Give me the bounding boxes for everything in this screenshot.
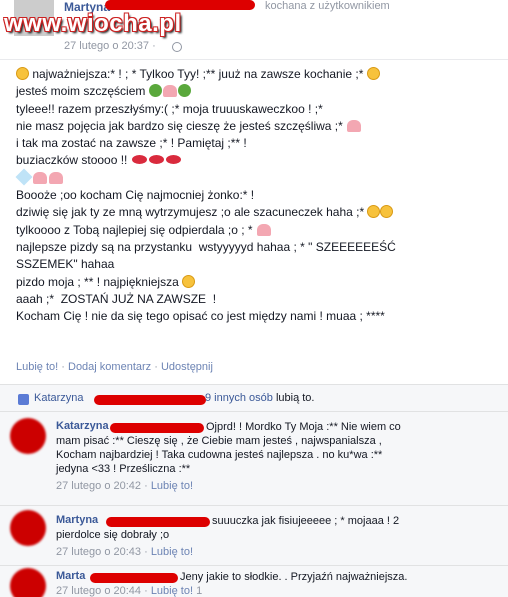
commenter-avatar[interactable]: [10, 418, 46, 454]
like-link[interactable]: Lubię to!: [16, 361, 58, 373]
comment-text: Ojprd! ! Mordko Ty Moja :** Nie wiem co: [206, 421, 401, 433]
comment-text: suuuczka jak fisiujeeeee ; * mojaaa ! 2: [212, 515, 400, 527]
clover-icon: [177, 84, 191, 98]
post-line: nie masz pojęcia jak bardzo się cieszę ż…: [16, 118, 496, 135]
heart-icon: [162, 85, 177, 98]
post-line: Boooże ;oo kocham Cię najmocniej żonko:*…: [16, 188, 255, 203]
commenter-name[interactable]: Marta: [56, 570, 85, 582]
post-header: Martyna kochana z użytkownikiem 27 luteg…: [0, 0, 508, 60]
post-line: buziaczków stoooo !!: [16, 152, 496, 169]
post-line: Kocham Cię ! nie da się tego opisać co j…: [16, 309, 385, 324]
emoji-line: [15, 168, 496, 187]
post-line: tylkoooo z Tobą najlepiej się odpierdala…: [16, 222, 496, 239]
comment-text: jedyna <33 ! Prześliczna :**: [56, 463, 191, 475]
likes-bar: Katarzyna 9 innych osób lubią to.: [0, 384, 508, 412]
smiley-icon: [16, 67, 29, 80]
clover-icon: [148, 84, 162, 98]
post-body: najważniejsza:* ! ; * Tylkoo Tyy! ;** ju…: [15, 66, 496, 325]
comment-meta: 27 lutego o 20:42 · Lubię to!: [56, 480, 194, 492]
post-line: najlepsze pizdy są na przystanku wstyyyy…: [16, 239, 396, 254]
comment-meta: 27 lutego o 20:44 · Lubię to! 1: [56, 585, 203, 597]
comment: Katarzyna Ojprd! ! Mordko Ty Moja :** Ni…: [0, 412, 508, 506]
post-timestamp[interactable]: 27 lutego o 20:37 ·: [64, 40, 156, 52]
post-line: dziwię się jak ty ze mną wytrzymujesz ;o…: [16, 204, 496, 221]
heart-icon: [33, 171, 47, 184]
comment: Marta Jeny jakie to słodkie. . Przyjaźń …: [0, 566, 508, 597]
heart-eyes-icon: [182, 274, 196, 288]
lips-icon: [165, 155, 181, 165]
comment-text: Kocham najbardziej ! Taka cudowna jesteś…: [56, 449, 383, 461]
post-line: jesteś moim szczęściem: [16, 83, 496, 100]
post-line: i tak ma zostać na zawsze ;* ! Pamiętaj …: [16, 136, 247, 151]
post-line: SSZEMEK" hahaa: [16, 257, 115, 272]
post-line: tyleee!! razem przeszłyśmy:( ;* moja tru…: [16, 101, 323, 116]
comment-text: mam pisać :** Cieszę się , że Ciebie mam…: [56, 435, 382, 447]
pig-icon: [49, 171, 63, 184]
commenter-name[interactable]: Martyna: [56, 514, 98, 526]
redaction-bar: [106, 517, 210, 527]
comment: Martyna suuuczka jak fisiujeeeee ; * moj…: [0, 506, 508, 566]
comment-like-link[interactable]: Lubię to!: [151, 585, 193, 597]
globe-icon: [172, 42, 182, 52]
post-actions: Lubię to! · Dodaj komentarz · Udostępnij: [16, 361, 213, 373]
kiss-icon: [367, 205, 381, 219]
post-line: najważniejsza:* ! ; * Tylkoo Tyy! ;** ju…: [16, 66, 496, 83]
likes-first-name[interactable]: Katarzyna: [34, 392, 84, 404]
likes-others: 9 innych osób lubią to.: [205, 392, 315, 404]
comment-like-link[interactable]: Lubię to!: [151, 480, 193, 492]
comment-text: Jeny jakie to słodkie. . Przyjaźń najważ…: [180, 571, 408, 583]
likes-others-link[interactable]: 9 innych osób: [205, 392, 273, 404]
redaction-bar: [90, 573, 178, 583]
comment-link[interactable]: Dodaj komentarz: [68, 361, 151, 373]
cry-icon: [380, 205, 394, 219]
post-line: aaah ;* ZOSTAŃ JUŻ NA ZAWSZE !: [16, 291, 220, 306]
redaction-bar: [110, 423, 204, 433]
redaction-bar: [94, 395, 206, 405]
share-link[interactable]: Udostępnij: [161, 361, 213, 373]
commenter-avatar[interactable]: [10, 568, 46, 597]
heart-eyes-icon: [366, 67, 380, 80]
redaction-bar: [105, 0, 255, 10]
heart-icon: [256, 223, 271, 236]
heart-icon: [347, 119, 362, 132]
comment-like-link[interactable]: Lubię to!: [151, 546, 193, 558]
comment-text: pierdolce się dobrały ;o: [56, 529, 170, 541]
diamond-icon: [15, 168, 33, 186]
like-count: 1: [196, 585, 203, 597]
thumbs-up-icon: [18, 394, 29, 405]
lips-icon: [148, 155, 164, 165]
post-status-suffix: kochana z użytkownikiem: [265, 0, 390, 12]
comment-meta: 27 lutego o 20:43 · Lubię to!: [56, 546, 194, 558]
separator: ·: [61, 361, 68, 373]
commenter-avatar[interactable]: [10, 510, 46, 546]
commenter-name[interactable]: Katarzyna: [56, 420, 109, 432]
separator: ·: [154, 361, 161, 373]
watermark: www.wiocha.pl: [4, 10, 182, 37]
post-line: pizdo moja ; ** ! najpiękniejsza: [16, 274, 496, 291]
lips-icon: [131, 155, 147, 165]
